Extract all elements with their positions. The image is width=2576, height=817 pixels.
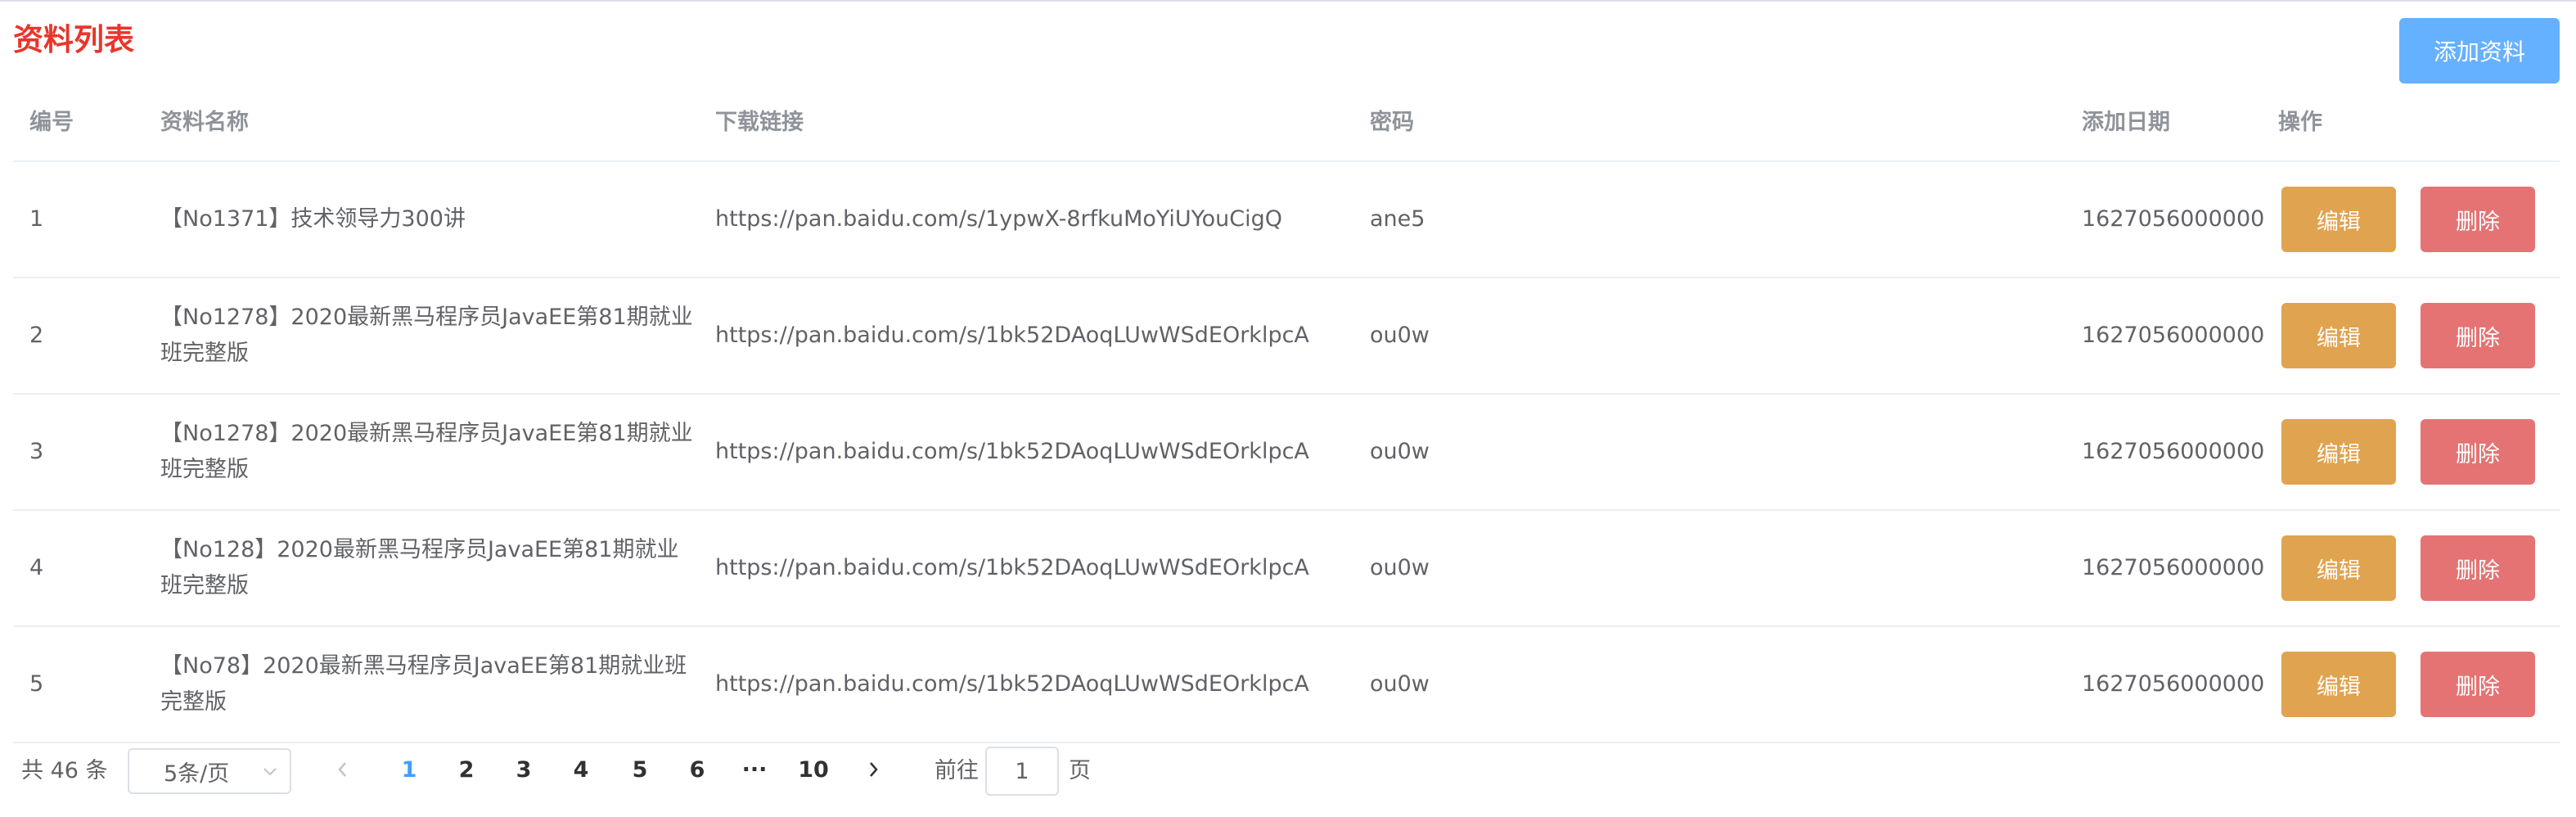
- cell-name: 【No1278】2020最新黑马程序员JavaEE第81期就业班完整版: [160, 305, 693, 366]
- cell-date: 1627056000000: [2082, 206, 2265, 232]
- header-password: 密码: [1370, 110, 1414, 135]
- data-list-page: 资料列表 添加资料 编号 资料名称 下载链接 密码 添加日期 操作 1 【No1…: [0, 0, 2576, 817]
- table-row: 4 【No128】2020最新黑马程序员JavaEE第81期就业班完整版 htt…: [13, 511, 2560, 627]
- page-size-select[interactable]: 5条/页: [128, 748, 291, 794]
- pagination-total: 共 46 条: [21, 758, 108, 783]
- delete-button[interactable]: 删除: [2421, 652, 2535, 717]
- table-row: 3 【No1278】2020最新黑马程序员JavaEE第81期就业班完整版 ht…: [13, 395, 2560, 511]
- table-row: 2 【No1278】2020最新黑马程序员JavaEE第81期就业班完整版 ht…: [13, 278, 2560, 395]
- table-row: 5 【No78】2020最新黑马程序员JavaEE第81期就业班完整版 http…: [13, 627, 2560, 743]
- cell-no: 1: [29, 206, 44, 232]
- table-row: 1 【No1371】技术领导力300讲 https://pan.baidu.co…: [13, 162, 2560, 278]
- cell-password: ane5: [1370, 206, 1425, 232]
- page-title: 资料列表: [13, 22, 134, 57]
- page-number[interactable]: 3: [499, 752, 548, 788]
- page-number[interactable]: 10: [789, 752, 838, 788]
- page-number[interactable]: 1: [385, 752, 434, 788]
- cell-link: https://pan.baidu.com/s/1ypwX-8rfkuMoYiU…: [715, 206, 1282, 232]
- cell-link: https://pan.baidu.com/s/1bk52DAoqLUwWSdE…: [715, 555, 1309, 580]
- edit-button[interactable]: 编辑: [2281, 535, 2396, 601]
- goto-suffix: 页: [1069, 758, 1091, 783]
- more-pages-icon[interactable]: ···: [730, 752, 779, 788]
- cell-password: ou0w: [1370, 671, 1430, 697]
- delete-button[interactable]: 删除: [2421, 419, 2535, 485]
- cell-password: ou0w: [1370, 555, 1430, 580]
- cell-name: 【No128】2020最新黑马程序员JavaEE第81期就业班完整版: [160, 537, 679, 598]
- header-ops: 操作: [2278, 110, 2322, 135]
- pagination: 共 46 条 5条/页 1 2 3 4 5 6 ··· 10 前往 页: [13, 745, 1159, 797]
- cell-date: 1627056000000: [2082, 555, 2265, 580]
- edit-button[interactable]: 编辑: [2281, 652, 2396, 717]
- table-header-row: 编号 资料名称 下载链接 密码 添加日期 操作: [13, 85, 2560, 162]
- header-no: 编号: [29, 110, 74, 135]
- cell-no: 3: [29, 439, 44, 464]
- materials-table: 编号 资料名称 下载链接 密码 添加日期 操作 1 【No1371】技术领导力3…: [13, 85, 2560, 743]
- cell-no: 4: [29, 555, 44, 580]
- goto-label: 前往: [934, 758, 979, 783]
- cell-no: 2: [29, 323, 44, 348]
- page-size-value: 5条/页: [164, 761, 230, 787]
- cell-name: 【No78】2020最新黑马程序员JavaEE第81期就业班完整版: [160, 653, 687, 715]
- cell-link: https://pan.baidu.com/s/1bk52DAoqLUwWSdE…: [715, 671, 1309, 697]
- cell-link: https://pan.baidu.com/s/1bk52DAoqLUwWSdE…: [715, 439, 1309, 464]
- delete-button[interactable]: 删除: [2421, 535, 2535, 601]
- prev-page-icon[interactable]: [331, 752, 355, 788]
- page-number[interactable]: 4: [556, 752, 606, 788]
- header-date: 添加日期: [2082, 110, 2170, 135]
- header-name: 资料名称: [160, 110, 249, 135]
- edit-button[interactable]: 编辑: [2281, 187, 2396, 252]
- page-number[interactable]: 2: [442, 752, 491, 788]
- cell-password: ou0w: [1370, 439, 1430, 464]
- chevron-down-icon: [262, 760, 278, 784]
- page-number[interactable]: 5: [615, 752, 664, 788]
- add-material-button[interactable]: 添加资料: [2399, 18, 2560, 84]
- cell-date: 1627056000000: [2082, 323, 2265, 348]
- delete-button[interactable]: 删除: [2421, 187, 2535, 252]
- delete-button[interactable]: 删除: [2421, 303, 2535, 368]
- cell-link: https://pan.baidu.com/s/1bk52DAoqLUwWSdE…: [715, 323, 1309, 348]
- cell-date: 1627056000000: [2082, 439, 2265, 464]
- edit-button[interactable]: 编辑: [2281, 419, 2396, 485]
- page-number[interactable]: 6: [673, 752, 722, 788]
- goto-page-input[interactable]: [985, 747, 1059, 796]
- cell-date: 1627056000000: [2082, 671, 2265, 697]
- next-page-icon[interactable]: [861, 752, 885, 788]
- header-link: 下载链接: [715, 110, 804, 135]
- cell-no: 5: [29, 671, 44, 697]
- edit-button[interactable]: 编辑: [2281, 303, 2396, 368]
- cell-name: 【No1278】2020最新黑马程序员JavaEE第81期就业班完整版: [160, 421, 693, 482]
- cell-password: ou0w: [1370, 323, 1430, 348]
- cell-name: 【No1371】技术领导力300讲: [160, 206, 466, 232]
